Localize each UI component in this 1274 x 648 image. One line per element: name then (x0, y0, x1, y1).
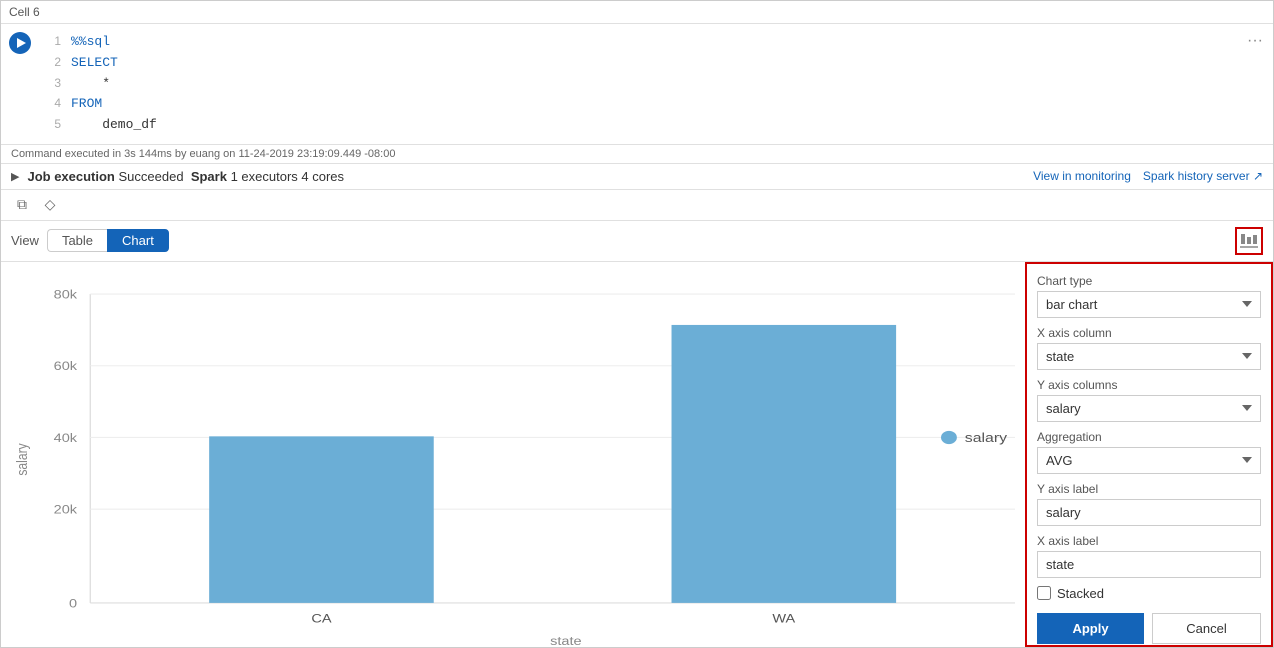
svg-text:salary: salary (965, 431, 1008, 446)
external-link-icon: ↗ (1253, 169, 1263, 183)
toolbar-row: ⧉ ◇ (1, 190, 1273, 221)
line-number: 5 (41, 115, 71, 134)
execution-bar: ▶ Job execution Succeeded Spark 1 execut… (1, 164, 1273, 190)
spark-history-link[interactable]: Spark history server ↗ (1143, 169, 1263, 183)
code-content: %%sql (71, 32, 110, 53)
status-bar: Command executed in 3s 144ms by euang on… (1, 145, 1273, 164)
line-number: 2 (41, 53, 71, 72)
view-area: View Table Chart (1, 221, 1273, 647)
x-axis-label-field: X axis label (1037, 534, 1261, 578)
tab-chart[interactable]: Chart (107, 229, 169, 252)
x-axis-column-field: X axis column state salary (1037, 326, 1261, 370)
copy-button[interactable]: ⧉ (11, 194, 33, 216)
bar-WA (672, 325, 897, 603)
code-line-1: 1 %%sql (41, 32, 1273, 53)
cell-options-button[interactable]: ··· (1247, 32, 1263, 50)
title-bar: Cell 6 (1, 1, 1273, 24)
copy-icon: ⧉ (17, 196, 27, 213)
run-button-area[interactable] (1, 24, 41, 144)
clear-button[interactable]: ◇ (39, 194, 61, 216)
svg-text:CA: CA (311, 612, 331, 626)
svg-text:WA: WA (772, 612, 795, 626)
svg-text:0: 0 (69, 596, 77, 610)
job-execution-label: Job execution (27, 169, 114, 184)
code-cell: 1 %%sql 2 SELECT 3 * 4 FROM 5 demo_df ··… (1, 24, 1273, 145)
code-content: SELECT (71, 53, 118, 74)
y-axis-label-field: Y axis label (1037, 482, 1261, 526)
apply-button[interactable]: Apply (1037, 613, 1144, 644)
status-text: Command executed in 3s 144ms by euang on… (11, 148, 395, 160)
view-tabs-row: View Table Chart (1, 221, 1273, 262)
spark-info: 1 executors 4 cores (231, 169, 344, 184)
chart-type-select[interactable]: bar chart line chart pie chart scatter c… (1037, 291, 1261, 318)
view-monitoring-link[interactable]: View in monitoring (1033, 169, 1131, 183)
line-number: 1 (41, 32, 71, 51)
line-number: 4 (41, 94, 71, 113)
svg-text:salary: salary (14, 443, 30, 476)
y-axis-label-label: Y axis label (1037, 482, 1261, 496)
code-content: * (71, 74, 110, 95)
play-icon (17, 38, 26, 48)
bar-CA (209, 436, 434, 603)
notebook-cell: Cell 6 1 %%sql 2 SELECT 3 * 4 FROM (0, 0, 1274, 648)
chart-type-label: Chart type (1037, 274, 1261, 288)
stacked-field: Stacked (1037, 586, 1261, 601)
view-label: View (11, 233, 39, 248)
line-number: 3 (41, 74, 71, 93)
run-button[interactable] (9, 32, 31, 54)
x-axis-label-label: X axis label (1037, 534, 1261, 548)
x-axis-column-label: X axis column (1037, 326, 1261, 340)
bar-chart-svg: 80k 60k 40k 20k 0 salary CA WA (11, 272, 1015, 647)
chart-type-field: Chart type bar chart line chart pie char… (1037, 274, 1261, 318)
aggregation-label: Aggregation (1037, 430, 1261, 444)
code-line-3: 3 * (41, 74, 1273, 95)
y-axis-columns-select[interactable]: salary state (1037, 395, 1261, 422)
chart-settings-icon (1240, 233, 1258, 249)
chart-panel-area: 80k 60k 40k 20k 0 salary CA WA (1, 262, 1273, 647)
exec-succeeded: Succeeded (119, 169, 184, 184)
clear-icon: ◇ (45, 196, 56, 213)
chart-area: 80k 60k 40k 20k 0 salary CA WA (1, 262, 1025, 647)
svg-text:80k: 80k (54, 288, 78, 302)
cell-title: Cell 6 (9, 5, 40, 19)
exec-status-text: Job execution Succeeded Spark 1 executor… (27, 169, 344, 184)
svg-text:60k: 60k (54, 359, 78, 373)
x-axis-column-select[interactable]: state salary (1037, 343, 1261, 370)
exec-left: ▶ Job execution Succeeded Spark 1 execut… (11, 169, 344, 184)
stacked-checkbox[interactable] (1037, 586, 1051, 600)
y-axis-columns-field: Y axis columns salary state (1037, 378, 1261, 422)
code-content: demo_df (71, 115, 157, 136)
spark-label: Spark (191, 169, 227, 184)
svg-text:40k: 40k (54, 431, 78, 445)
svg-text:20k: 20k (54, 503, 78, 517)
x-axis-label-input[interactable] (1037, 551, 1261, 578)
stacked-label: Stacked (1057, 586, 1104, 601)
y-axis-columns-label: Y axis columns (1037, 378, 1261, 392)
settings-buttons: Apply Cancel (1037, 613, 1261, 644)
chart-settings-button[interactable] (1235, 227, 1263, 255)
cancel-button[interactable]: Cancel (1152, 613, 1261, 644)
tab-table[interactable]: Table (47, 229, 107, 252)
y-axis-label-input[interactable] (1037, 499, 1261, 526)
exec-play-icon[interactable]: ▶ (11, 170, 19, 183)
aggregation-field: Aggregation AVG SUM COUNT MIN MAX (1037, 430, 1261, 474)
code-line-5: 5 demo_df (41, 115, 1273, 136)
code-editor[interactable]: 1 %%sql 2 SELECT 3 * 4 FROM 5 demo_df (41, 24, 1273, 144)
svg-text:state: state (550, 634, 581, 647)
aggregation-select[interactable]: AVG SUM COUNT MIN MAX (1037, 447, 1261, 474)
code-content: FROM (71, 94, 102, 115)
code-line-2: 2 SELECT (41, 53, 1273, 74)
exec-right: View in monitoring Spark history server … (1033, 169, 1263, 183)
settings-panel: Chart type bar chart line chart pie char… (1025, 262, 1273, 647)
code-line-4: 4 FROM (41, 94, 1273, 115)
